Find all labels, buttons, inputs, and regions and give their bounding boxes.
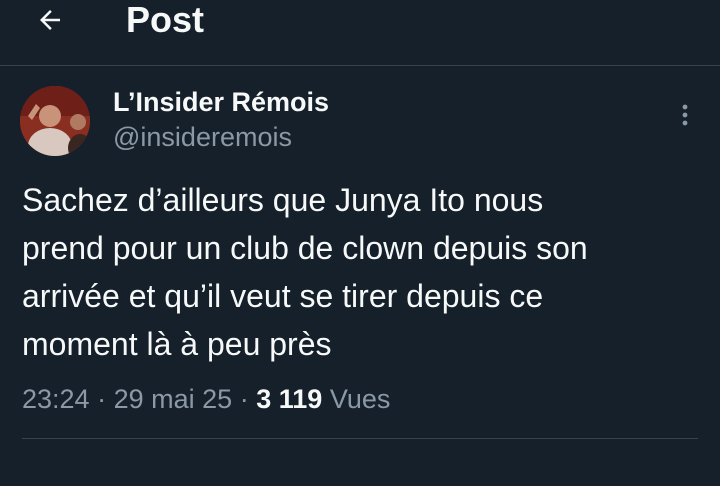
views-label: Vues <box>329 384 391 414</box>
author-handle[interactable]: @insideremois <box>113 121 292 153</box>
post-date[interactable]: 29 mai 25 <box>114 384 233 414</box>
top-bar: Post <box>0 0 720 66</box>
views-count: 3 119 <box>256 384 323 414</box>
arrow-left-icon <box>40 10 60 30</box>
more-options-button[interactable] <box>672 100 698 130</box>
page-title: Post <box>126 0 205 40</box>
post-text: Sachez d’ailleurs que Junya Ito nous pre… <box>22 182 588 362</box>
meta-separator: · <box>239 384 249 414</box>
avatar-photo <box>20 86 90 156</box>
more-vertical-icon <box>682 104 688 126</box>
meta-separator: · <box>97 384 107 414</box>
post-meta: 23:24 · 29 mai 25 · 3 119 Vues <box>22 379 390 419</box>
divider <box>22 438 698 439</box>
post-time[interactable]: 23:24 <box>22 384 90 414</box>
avatar[interactable] <box>20 86 90 156</box>
back-button[interactable] <box>28 0 72 40</box>
author-name[interactable]: L’Insider Rémois <box>113 86 329 118</box>
engagement-stats <box>22 456 712 486</box>
